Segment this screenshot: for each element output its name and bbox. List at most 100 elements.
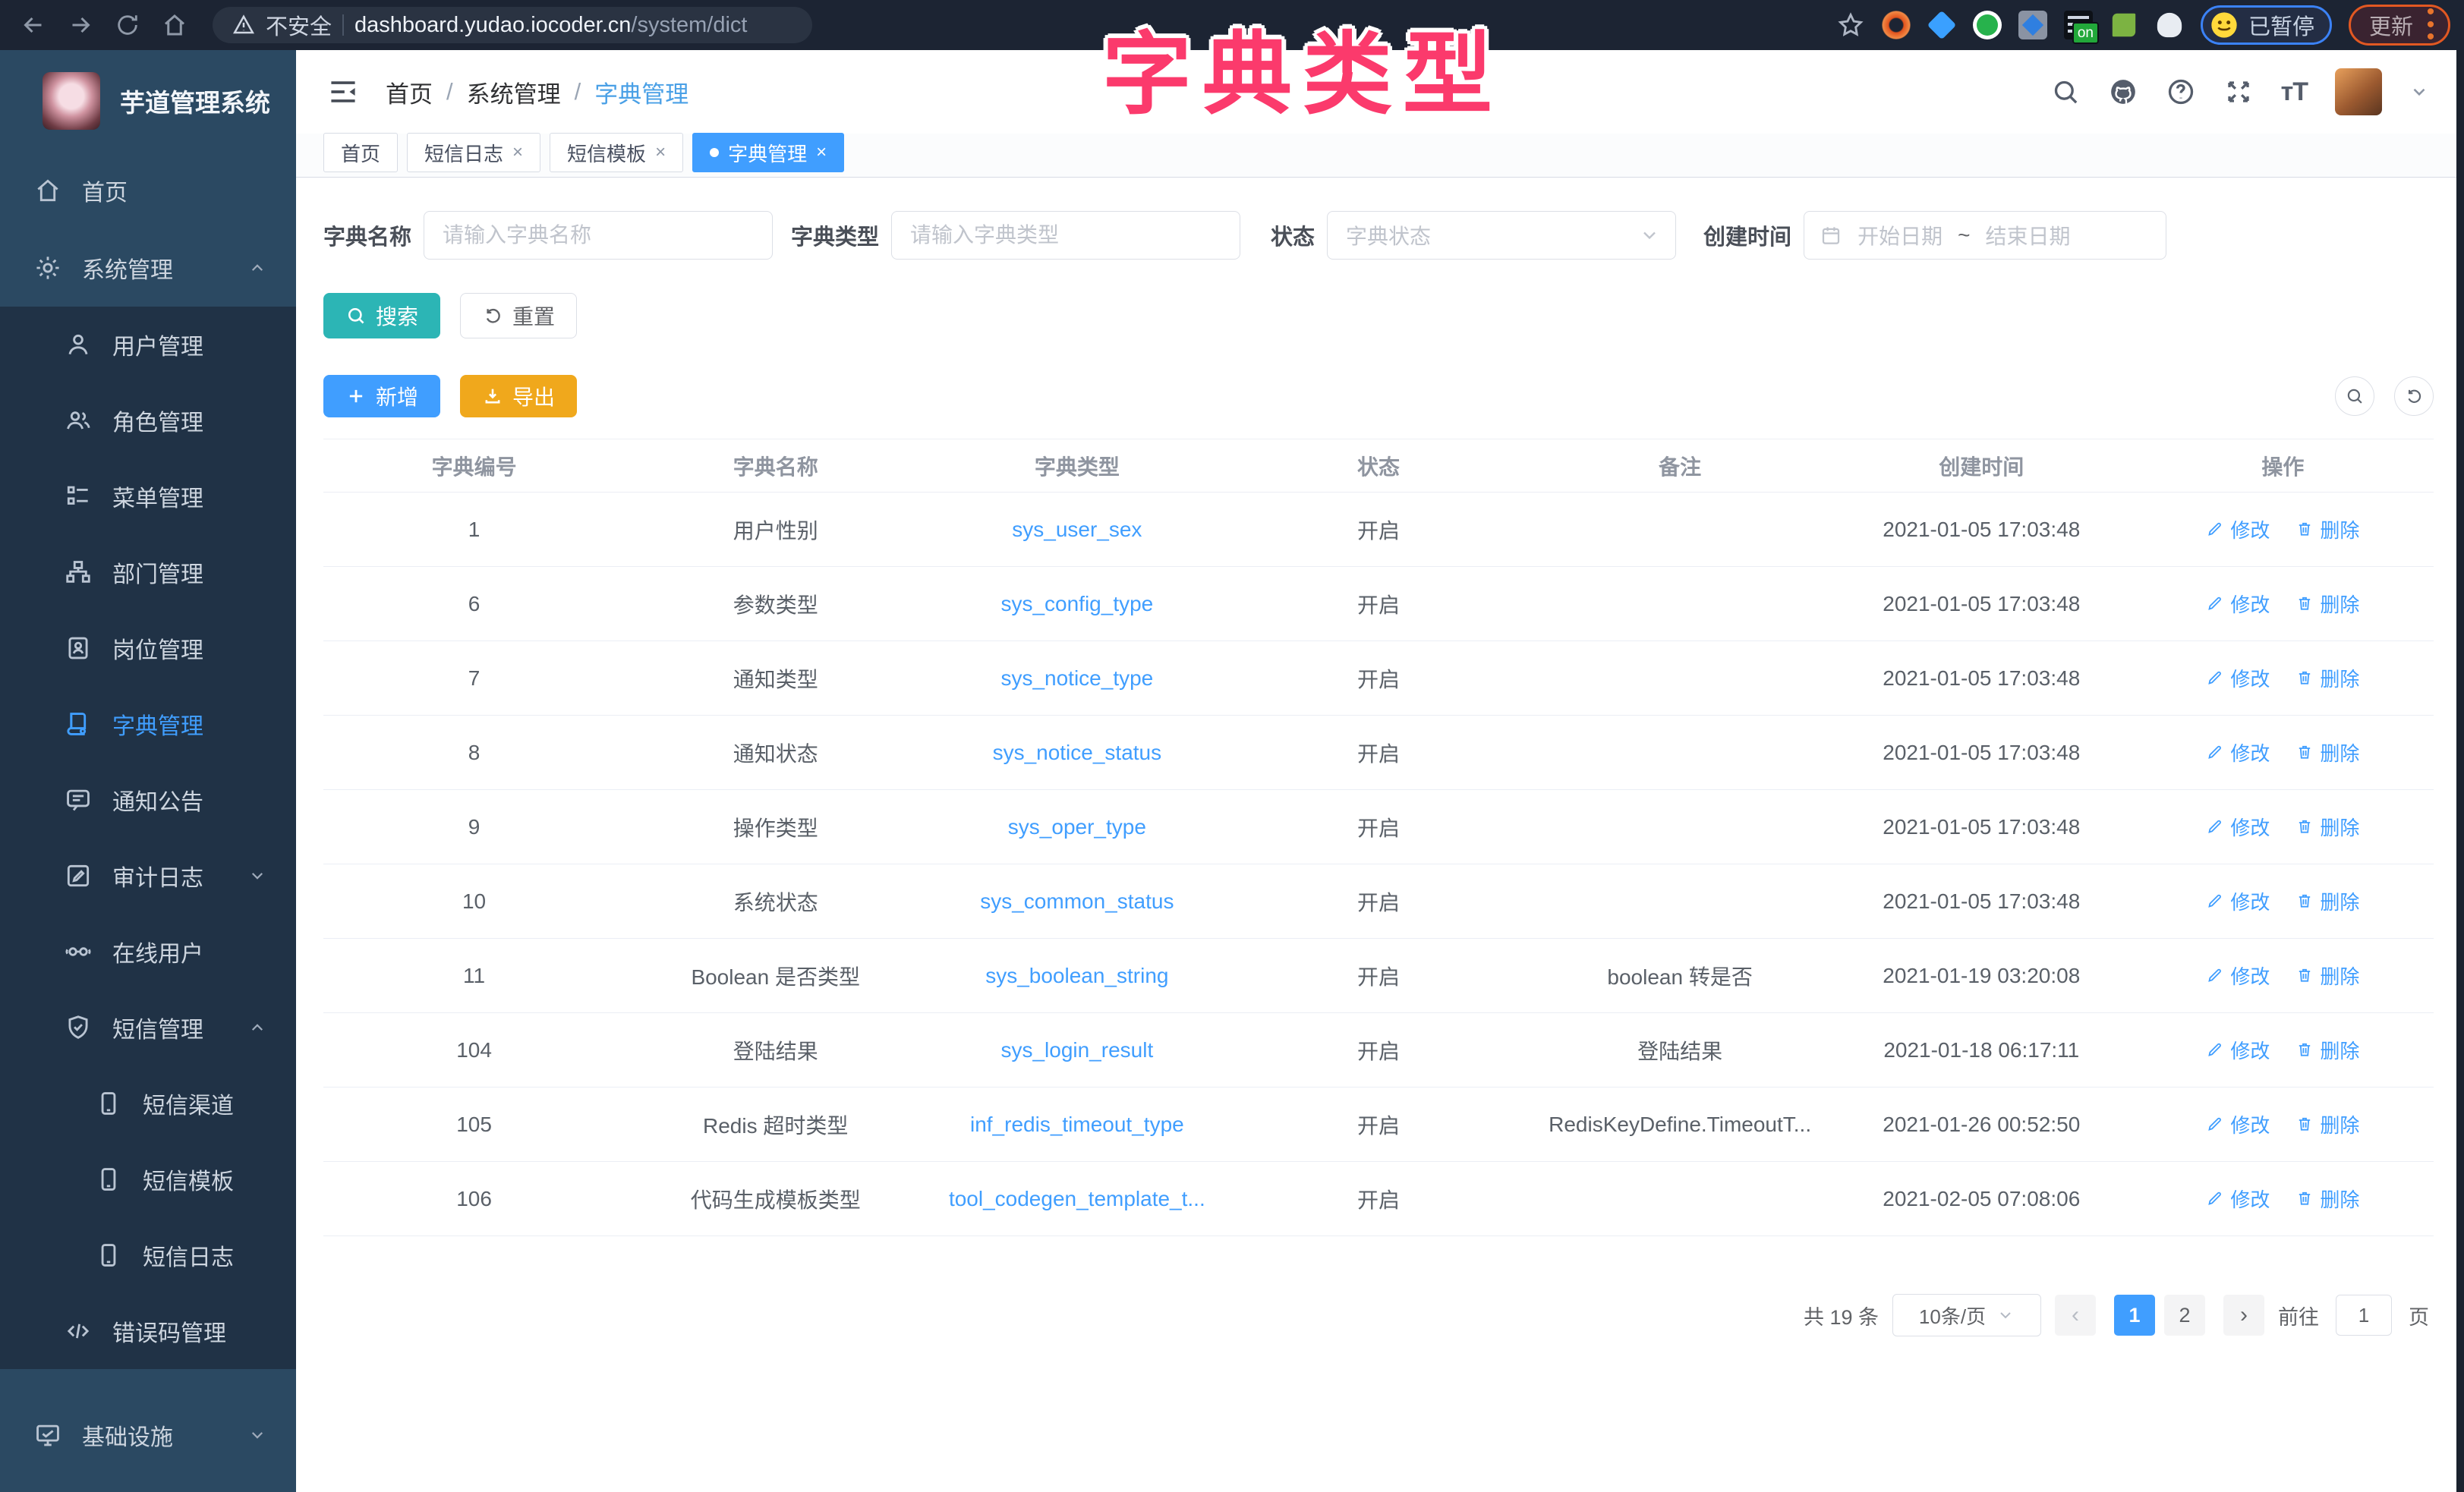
delete-button[interactable]: 删除 (2295, 1110, 2359, 1138)
search-icon[interactable] (2050, 77, 2081, 107)
add-button[interactable]: 新增 (323, 375, 440, 417)
dict-type-link[interactable]: tool_codegen_template_t... (949, 1187, 1205, 1210)
delete-button[interactable]: 删除 (2295, 887, 2359, 915)
dict-type-link[interactable]: inf_redis_timeout_type (970, 1113, 1184, 1136)
delete-button[interactable]: 删除 (2295, 962, 2359, 990)
toggle-search-button[interactable] (2335, 376, 2374, 416)
delete-button[interactable]: 删除 (2295, 664, 2359, 692)
reload-icon[interactable] (108, 5, 147, 45)
goto-page-input[interactable] (2336, 1295, 2392, 1336)
edit-button[interactable]: 修改 (2206, 1185, 2270, 1213)
delete-button[interactable]: 删除 (2295, 590, 2359, 618)
dict-type-link[interactable]: sys_oper_type (1008, 815, 1146, 839)
extension-icon[interactable] (1882, 11, 1911, 39)
delete-button[interactable]: 删除 (2295, 813, 2359, 841)
breadcrumb-home[interactable]: 首页 (386, 75, 433, 109)
prev-page-button[interactable]: ‹ (2055, 1295, 2096, 1336)
app-logo[interactable]: 芋道管理系统 (0, 50, 296, 152)
back-icon[interactable] (14, 5, 53, 45)
delete-button[interactable]: 删除 (2295, 515, 2359, 543)
tab-2[interactable]: 短信日志× (407, 133, 540, 172)
extension-icon[interactable]: on (2064, 11, 2093, 39)
export-button[interactable]: 导出 (460, 375, 577, 417)
cell-type[interactable]: sys_oper_type (926, 790, 1227, 864)
dict-name-input[interactable] (424, 211, 773, 260)
tab-4[interactable]: 字典管理× (692, 133, 844, 172)
close-icon[interactable]: × (512, 142, 523, 163)
edit-button[interactable]: 修改 (2206, 590, 2270, 618)
sidebar-item[interactable]: 短信模板 (0, 1141, 296, 1217)
sidebar-item[interactable]: 岗位管理 (0, 610, 296, 686)
edit-button[interactable]: 修改 (2206, 738, 2270, 766)
sidebar-item[interactable]: 短信日志 (0, 1217, 296, 1293)
browser-menu-icon[interactable]: ••• (2425, 6, 2436, 44)
delete-button[interactable]: 删除 (2295, 1036, 2359, 1064)
cell-type[interactable]: sys_notice_type (926, 641, 1227, 716)
cell-type[interactable]: inf_redis_timeout_type (926, 1088, 1227, 1162)
dict-type-input[interactable] (891, 211, 1240, 260)
edit-button[interactable]: 修改 (2206, 1036, 2270, 1064)
delete-button[interactable]: 删除 (2295, 738, 2359, 766)
extension-icon[interactable] (1927, 11, 1957, 40)
page-size-select[interactable]: 10条/页 (1892, 1294, 2041, 1336)
edit-button[interactable]: 修改 (2206, 887, 2270, 915)
reset-button[interactable]: 重置 (460, 293, 577, 338)
sidebar-item[interactable]: 通知公告 (0, 762, 296, 838)
bookmark-star-icon[interactable] (1836, 11, 1865, 39)
help-icon[interactable] (2166, 77, 2196, 107)
cell-type[interactable]: sys_notice_status (926, 716, 1227, 790)
sidebar-item[interactable]: 基础设施 (0, 1396, 296, 1474)
sidebar-item[interactable]: 错误码管理 (0, 1293, 296, 1369)
sidebar-item[interactable]: 短信渠道 (0, 1065, 296, 1141)
dict-type-link[interactable]: sys_boolean_string (985, 964, 1168, 987)
dict-type-link[interactable]: sys_notice_status (993, 741, 1162, 764)
edit-button[interactable]: 修改 (2206, 1110, 2270, 1138)
extension-icon[interactable] (1973, 11, 2002, 39)
update-button[interactable]: 更新 ••• (2349, 5, 2450, 46)
sidebar-item[interactable]: 短信管理 (0, 990, 296, 1065)
tab-1[interactable]: 首页 (323, 133, 398, 172)
date-range-picker[interactable]: 开始日期 ~ 结束日期 (1804, 211, 2166, 260)
dict-type-link[interactable]: sys_login_result (1000, 1038, 1153, 1062)
page-button-2[interactable]: 2 (2164, 1295, 2205, 1336)
search-button[interactable]: 搜索 (323, 293, 440, 338)
dict-type-link[interactable]: sys_common_status (980, 889, 1174, 913)
extension-icon[interactable] (2157, 13, 2182, 37)
fullscreen-icon[interactable] (2223, 77, 2254, 107)
home-nav-icon[interactable] (155, 5, 194, 45)
url-bar[interactable]: 不安全 dashboard.yudao.iocoder.cn/system/di… (213, 7, 812, 43)
collapse-sidebar-icon[interactable] (326, 75, 360, 109)
extension-icon[interactable] (2018, 11, 2047, 39)
chevron-down-icon[interactable] (2409, 82, 2429, 102)
edit-button[interactable]: 修改 (2206, 962, 2270, 990)
edit-button[interactable]: 修改 (2206, 515, 2270, 543)
sidebar-item[interactable]: 用户管理 (0, 307, 296, 382)
breadcrumb-system[interactable]: 系统管理 (467, 75, 561, 109)
delete-button[interactable]: 删除 (2295, 1185, 2359, 1213)
sidebar-item[interactable]: 角色管理 (0, 382, 296, 458)
dict-type-link[interactable]: sys_notice_type (1000, 666, 1153, 690)
user-avatar[interactable] (2335, 68, 2382, 115)
sidebar-item[interactable]: 首页 (0, 152, 296, 229)
extension-icon[interactable] (2113, 14, 2135, 36)
cell-type[interactable]: tool_codegen_template_t... (926, 1162, 1227, 1236)
cell-type[interactable]: sys_config_type (926, 567, 1227, 641)
profile-paused-badge[interactable]: 已暂停 (2201, 5, 2332, 45)
close-icon[interactable]: × (816, 142, 827, 163)
dict-type-link[interactable]: sys_config_type (1000, 592, 1153, 615)
next-page-button[interactable]: › (2223, 1295, 2264, 1336)
sidebar-item[interactable]: 在线用户 (0, 914, 296, 990)
github-icon[interactable] (2108, 77, 2138, 107)
tab-3[interactable]: 短信模板× (550, 133, 683, 172)
dict-type-link[interactable]: sys_user_sex (1012, 518, 1142, 541)
forward-icon[interactable] (61, 5, 100, 45)
close-icon[interactable]: × (655, 142, 666, 163)
status-select[interactable]: 字典状态 (1327, 211, 1676, 260)
cell-type[interactable]: sys_login_result (926, 1013, 1227, 1088)
sidebar-item[interactable]: 部门管理 (0, 534, 296, 610)
edit-button[interactable]: 修改 (2206, 664, 2270, 692)
sidebar-item[interactable]: 系统管理 (0, 229, 296, 307)
cell-type[interactable]: sys_boolean_string (926, 939, 1227, 1013)
page-button-1[interactable]: 1 (2114, 1295, 2155, 1336)
refresh-table-button[interactable] (2394, 376, 2434, 416)
